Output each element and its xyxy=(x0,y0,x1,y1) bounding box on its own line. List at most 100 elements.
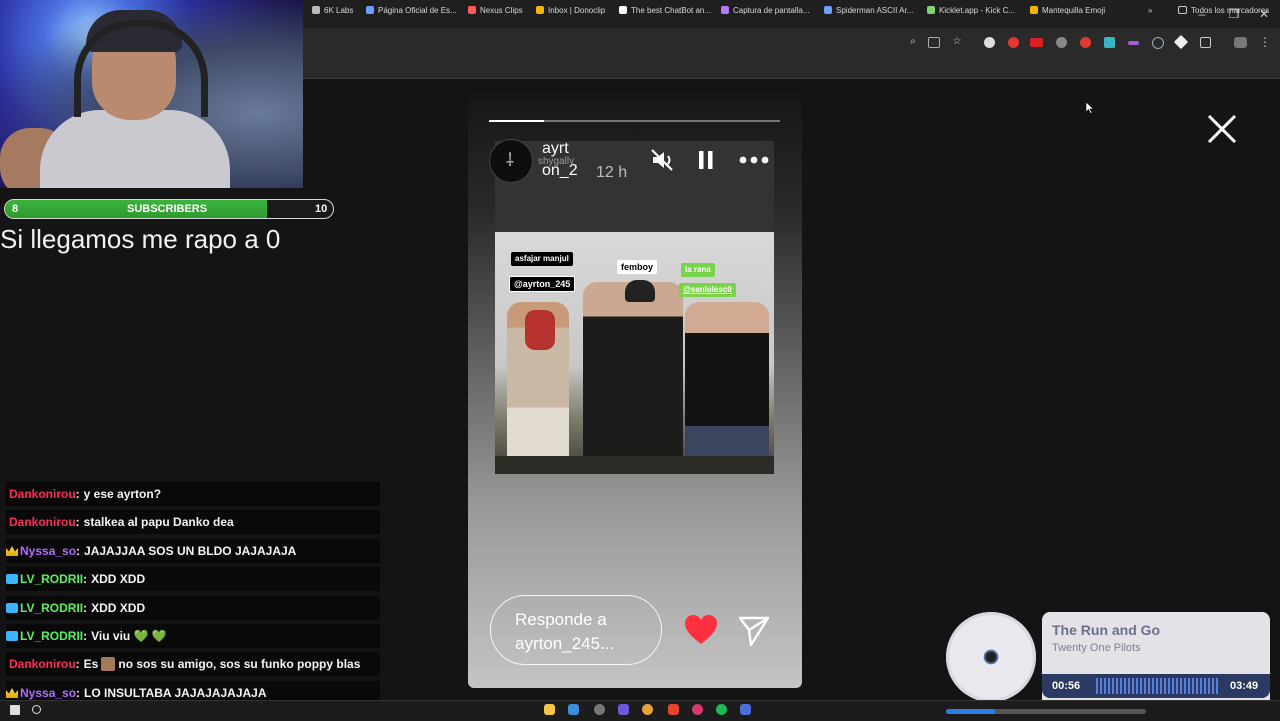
windows-start-icon[interactable] xyxy=(10,705,20,715)
more-bookmarks-icon[interactable]: » xyxy=(1148,5,1152,17)
chat-message: Nyssa_so: JAJAJJAA SOS UN BLDO JAJAJAJA xyxy=(6,539,380,563)
bookmark-label: The best ChatBot an... xyxy=(631,6,712,15)
puzzle-icon[interactable] xyxy=(1200,37,1211,48)
chat-username[interactable]: Dankonirou xyxy=(9,487,76,501)
bookmark-label: Kicklet.app - Kick C... xyxy=(939,6,1016,15)
extension-icon[interactable] xyxy=(1104,37,1115,48)
bookmark-item[interactable]: Nexus Clips xyxy=(468,5,523,17)
chat-username[interactable]: Nyssa_so xyxy=(20,544,76,558)
more-icon[interactable] xyxy=(738,154,770,166)
chrome-icon[interactable] xyxy=(642,704,653,715)
subscriber-target: 10 xyxy=(315,203,328,215)
bookmark-label: Mantequilla Emoji xyxy=(1042,6,1106,15)
send-icon[interactable] xyxy=(737,613,771,647)
extension-icon[interactable] xyxy=(1128,41,1139,45)
chat-text: Es xyxy=(83,657,99,671)
mention-tag[interactable]: @sanlolesc0 xyxy=(679,283,736,297)
chat-message: Dankonirou: y ese ayrton? xyxy=(6,482,380,506)
subscriber-badge-icon xyxy=(6,603,18,613)
story-progress-fill xyxy=(489,120,545,122)
subscriber-badge-icon xyxy=(6,574,18,584)
chat-username[interactable]: Dankonirou xyxy=(9,657,76,671)
ground xyxy=(495,456,774,474)
tag-title[interactable]: la rana xyxy=(681,263,715,277)
chat-text: LO INSULTABA JAJAJAJAJAJA xyxy=(84,686,267,700)
tag-title[interactable]: asfajar manjul xyxy=(511,252,573,266)
red-scarf xyxy=(525,310,555,350)
bookmark-item[interactable]: Captura de pantalla... xyxy=(721,5,810,17)
bookmark-favicon-icon xyxy=(468,6,476,14)
bookmark-label: 6K Labs xyxy=(324,6,354,15)
discord-icon[interactable] xyxy=(618,704,629,715)
extension-icon[interactable] xyxy=(984,37,995,48)
bookmark-item[interactable]: Página Oficial de Es... xyxy=(366,5,457,17)
chat-message: Dankonirou: stalkea al papu Danko dea xyxy=(6,510,380,534)
file-explorer-icon[interactable] xyxy=(544,704,555,715)
bookmark-item[interactable]: Inbox | Donoclip xyxy=(536,5,605,17)
bookmark-label: Nexus Clips xyxy=(480,6,523,15)
brave-icon[interactable] xyxy=(668,704,679,715)
story-image[interactable]: asfajar manjul @ayrton_245 femboy la ran… xyxy=(495,232,774,474)
webcam-feed xyxy=(0,0,303,188)
avatar-symbol-icon: ⸸ xyxy=(505,150,515,170)
mention-tag[interactable]: @ayrton_245 xyxy=(509,276,576,292)
extension-icon[interactable] xyxy=(1008,37,1019,48)
pause-icon[interactable] xyxy=(697,149,715,171)
chat-text: no sos su amigo, sos su funko poppy blas xyxy=(118,657,361,671)
goal-message: Si llegamos me rapo a 0 xyxy=(0,224,281,254)
subscriber-current: 8 xyxy=(12,203,19,215)
character-right xyxy=(685,302,769,474)
chat-text: XDD XDD xyxy=(91,572,146,586)
steam-icon[interactable] xyxy=(568,704,579,715)
adblock-icon[interactable] xyxy=(1030,38,1043,47)
chat-text: stalkea al papu Danko dea xyxy=(83,515,234,529)
bookmark-favicon-icon xyxy=(536,6,544,14)
close-icon[interactable] xyxy=(1205,112,1239,146)
extension-icon[interactable] xyxy=(1080,37,1091,48)
chat-username[interactable]: LV_RODRII xyxy=(20,629,83,643)
profile-icon[interactable] xyxy=(1234,37,1247,48)
bookmark-item[interactable]: Spiderman ASCII Ar... xyxy=(824,5,913,17)
all-bookmarks-button[interactable]: Todos los marcadores xyxy=(1178,5,1269,17)
app-icon[interactable] xyxy=(594,704,605,715)
bookmark-favicon-icon xyxy=(366,6,374,14)
chat-message: LV_RODRII: Viu viu 💚 💚 xyxy=(6,624,380,648)
app-icon[interactable] xyxy=(692,704,703,715)
chat-message: LV_RODRII: XDD XDD xyxy=(6,567,380,591)
reply-placeholder: Responde a ayrton_245... xyxy=(515,610,615,653)
crown-badge-icon xyxy=(6,546,18,556)
chat-emote-icon xyxy=(101,657,116,671)
chat-username[interactable]: LV_RODRII xyxy=(20,601,83,615)
install-app-icon[interactable] xyxy=(928,37,940,48)
bookmark-item[interactable]: Mantequilla Emoji xyxy=(1030,5,1105,17)
chat-text: y ese ayrton? xyxy=(83,487,162,501)
media-progress-bar[interactable] xyxy=(946,709,1146,714)
folder-icon xyxy=(1178,6,1187,14)
bookmark-item[interactable]: The best ChatBot an... xyxy=(619,5,711,17)
mute-icon[interactable] xyxy=(650,148,676,172)
app-icon[interactable] xyxy=(740,704,751,715)
bookmark-label: Página Oficial de Es... xyxy=(378,6,457,15)
subscriber-label: SUBSCRIBERS xyxy=(127,203,208,215)
chat-username[interactable]: Dankonirou xyxy=(9,515,76,529)
extension-icon[interactable] xyxy=(1056,37,1067,48)
heart-icon[interactable] xyxy=(684,614,718,646)
mouse-cursor-icon xyxy=(1086,102,1094,114)
bookmark-item[interactable]: 6K Labs xyxy=(312,5,353,17)
menu-kebab-icon[interactable]: ⋮ xyxy=(1258,35,1272,49)
bookmark-favicon-icon xyxy=(619,6,627,14)
spotify-icon[interactable] xyxy=(716,704,727,715)
story-music-label[interactable]: shygally xyxy=(538,156,574,167)
search-icon[interactable] xyxy=(32,705,41,714)
audio-waveform xyxy=(1096,678,1220,694)
chat-message: Dankonirou: Es no sos su amigo, sos su fun… xyxy=(6,652,380,676)
chat-username[interactable]: LV_RODRII xyxy=(20,572,83,586)
zoom-icon[interactable]: ⌕ xyxy=(906,35,920,49)
bookmark-star-icon[interactable]: ☆ xyxy=(950,35,964,49)
track-title: The Run and Go xyxy=(1052,622,1161,638)
chat-username[interactable]: Nyssa_so xyxy=(20,686,76,700)
bookmark-item[interactable]: Kicklet.app - Kick C... xyxy=(927,5,1015,17)
tag-title[interactable]: femboy xyxy=(617,260,658,274)
info-icon[interactable] xyxy=(1152,37,1164,49)
album-art xyxy=(946,612,1036,702)
